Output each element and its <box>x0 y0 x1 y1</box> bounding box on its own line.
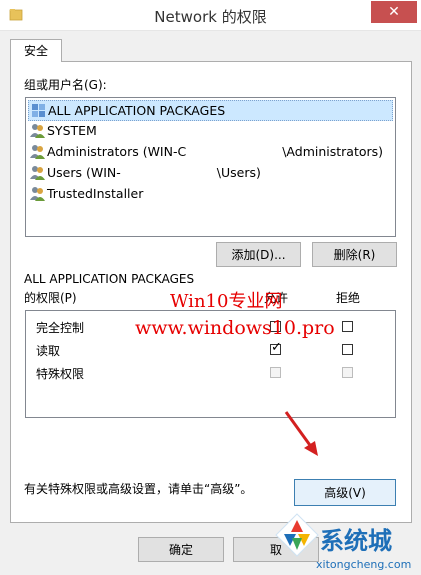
redacted-block <box>186 145 283 160</box>
user-group-icon <box>30 187 45 201</box>
deny-read-checkbox[interactable] <box>342 344 353 355</box>
principal-name-prefix: Administrators (WIN-C <box>47 144 187 159</box>
list-item-users[interactable]: Users (WIN- \Users) <box>28 163 265 182</box>
permission-name-read: 读取 <box>36 344 61 358</box>
close-button[interactable]: ✕ <box>371 1 417 23</box>
permissions-for-label: ALL APPLICATION PACKAGES <box>24 272 195 286</box>
redacted-block <box>120 166 217 181</box>
deny-column-header: 拒绝 <box>336 291 361 305</box>
user-group-icon <box>30 145 45 159</box>
principal-name-suffix: \Administrators) <box>282 144 384 159</box>
user-group-icon <box>30 124 45 138</box>
deny-full-control-checkbox[interactable] <box>342 321 353 332</box>
permissions-label: 的权限(P) <box>24 291 77 305</box>
principal-name: TrustedInstaller <box>47 186 144 201</box>
list-item-system[interactable]: SYSTEM <box>28 121 101 140</box>
logo-emblem-icon <box>275 513 319 557</box>
principal-name: SYSTEM <box>47 123 97 138</box>
remove-button[interactable]: 删除(R) <box>312 242 397 267</box>
app-packages-icon <box>32 104 45 117</box>
principal-name-suffix: \Users) <box>216 165 261 180</box>
deny-special-checkbox <box>342 367 353 378</box>
add-button[interactable]: 添加(D)... <box>216 242 301 267</box>
red-arrow-icon <box>284 411 318 456</box>
permission-name-special: 特殊权限 <box>36 367 85 381</box>
watermark-line2: www.windows10.pro <box>135 317 335 339</box>
title-bar: Network 的权限 ✕ <box>0 0 421 31</box>
principal-name-prefix: Users (WIN- <box>47 165 121 180</box>
ok-button[interactable]: 确定 <box>138 537 224 562</box>
watermark-line1: Win10专业网 <box>170 291 283 312</box>
advanced-hint-text: 有关特殊权限或高级设置，请单击“高级”。 <box>24 482 253 496</box>
list-item-trustedinstaller[interactable]: TrustedInstaller <box>28 184 147 203</box>
user-group-icon <box>30 166 45 180</box>
list-item-all-app-packages[interactable]: ALL APPLICATION PACKAGES <box>28 100 393 121</box>
tab-security[interactable]: 安全 <box>10 39 62 62</box>
window-title: Network 的权限 <box>154 8 267 26</box>
allow-special-checkbox <box>270 367 281 378</box>
check-icon: ✓ <box>271 340 282 355</box>
principal-list[interactable]: ALL APPLICATION PACKAGES SYSTEM Administ… <box>25 97 396 237</box>
list-item-administrators[interactable]: Administrators (WIN-C \Administrators) <box>28 142 387 161</box>
permission-name-full-control: 完全控制 <box>36 321 85 335</box>
logo-url-text: xitongcheng.com <box>316 558 412 571</box>
site-logo: 系统城 xitongcheng.com <box>270 490 421 575</box>
group-user-label: 组或用户名(G): <box>24 78 107 92</box>
allow-read-checkbox[interactable]: ✓ <box>270 340 282 355</box>
principal-name: ALL APPLICATION PACKAGES <box>48 103 226 118</box>
logo-brand-text: 系统城 <box>320 527 392 555</box>
